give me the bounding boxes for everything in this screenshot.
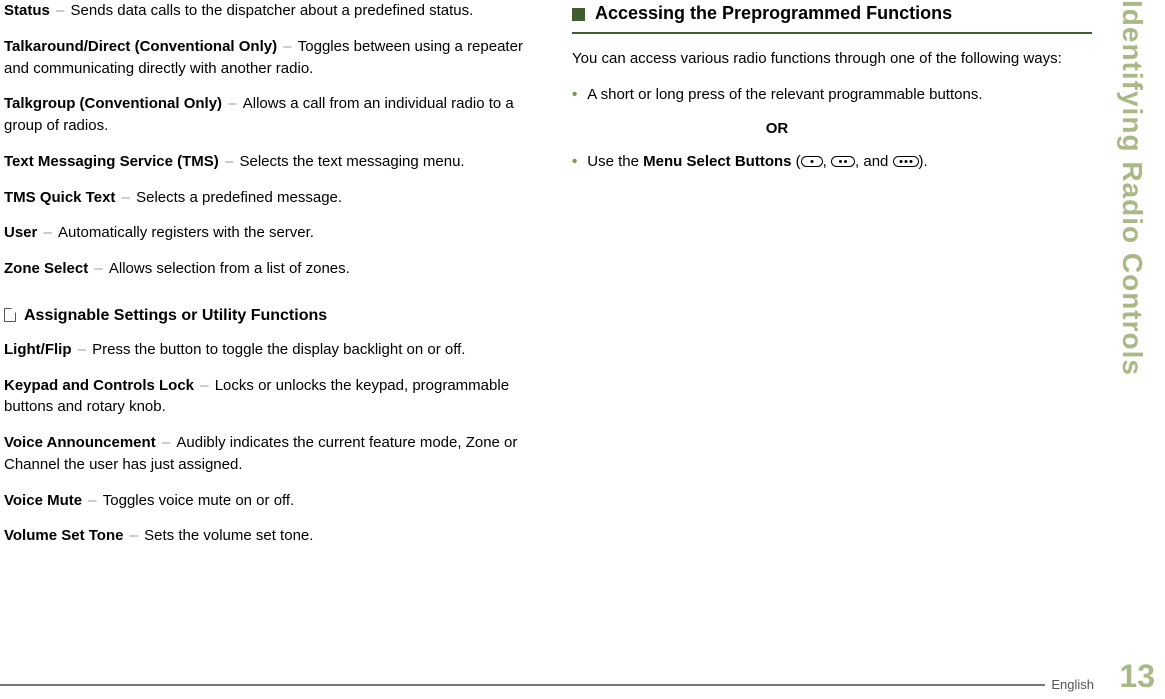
bullet-2-prefix: Use the [587, 153, 643, 170]
definition-dash: – [73, 341, 90, 358]
definition-term: Voice Mute [4, 492, 82, 509]
subheading-text: Assignable Settings or Utility Functions [24, 304, 327, 327]
left-column: Status – Sends data calls to the dispatc… [0, 0, 560, 699]
definition-item: Talkgroup (Conventional Only) – Allows a… [4, 93, 540, 137]
definition-dash: – [117, 189, 134, 206]
definition-term: Light/Flip [4, 341, 71, 358]
menu-button-3-icon [893, 156, 919, 167]
definition-dash: – [52, 2, 69, 19]
definition-item: Voice Announcement – Audibly indicates t… [4, 432, 540, 476]
bullet-2-sep2: , and [855, 153, 893, 170]
definition-dash: – [158, 434, 175, 451]
definition-item: Voice Mute – Toggles voice mute on or of… [4, 490, 540, 512]
bullet-2-bold: Menu Select Buttons [643, 153, 791, 170]
menu-button-1-icon [801, 156, 823, 167]
definition-term: Text Messaging Service (TMS) [4, 153, 219, 170]
definition-description: Press the button to toggle the display b… [92, 341, 465, 358]
heading-text: Accessing the Preprogrammed Functions [595, 0, 952, 26]
bullet-2-text: Use the Menu Select Buttons (, , and ). [587, 151, 927, 173]
footer-language: English [1051, 676, 1094, 695]
definition-term: Volume Set Tone [4, 527, 123, 544]
footer-rule [0, 684, 1045, 686]
definition-dash: – [224, 95, 241, 112]
definition-term: Zone Select [4, 260, 88, 277]
definition-item: Keypad and Controls Lock – Locks or unlo… [4, 375, 540, 419]
definition-dash: – [279, 38, 296, 55]
menu-button-2-icon [831, 156, 855, 167]
definition-term: User [4, 224, 37, 241]
bullet-2-sep1: , [823, 153, 831, 170]
subheading-assignable: Assignable Settings or Utility Functions [4, 304, 540, 327]
definition-description: Automatically registers with the server. [58, 224, 314, 241]
bullet-1-text: A short or long press of the relevant pr… [587, 84, 982, 106]
definition-term: Voice Announcement [4, 434, 156, 451]
definition-description: Selects the text messaging menu. [239, 153, 464, 170]
definition-dash: – [125, 527, 142, 544]
definition-term: Status [4, 2, 50, 19]
bullet-2-open: ( [792, 153, 801, 170]
definition-item: Zone Select – Allows selection from a li… [4, 258, 540, 280]
definition-term: TMS Quick Text [4, 189, 115, 206]
bullet-item-2: • Use the Menu Select Buttons (, , and )… [572, 151, 1092, 173]
definition-item: Text Messaging Service (TMS) – Selects t… [4, 151, 540, 173]
definition-item: Status – Sends data calls to the dispatc… [4, 0, 540, 22]
definition-item: Light/Flip – Press the button to toggle … [4, 339, 540, 361]
definition-dash: – [84, 492, 101, 509]
definition-dash: – [196, 377, 213, 394]
definition-dash: – [221, 153, 238, 170]
definition-dash: – [39, 224, 56, 241]
definition-item: Talkaround/Direct (Conventional Only) – … [4, 36, 540, 80]
definition-description: Toggles voice mute on or off. [103, 492, 295, 509]
vertical-section-title: Identifying Radio Controls [1111, 0, 1152, 699]
definition-term: Talkaround/Direct (Conventional Only) [4, 38, 277, 55]
definition-description: Selects a predefined message. [136, 189, 342, 206]
definition-dash: – [90, 260, 107, 277]
right-column: Accessing the Preprogrammed Functions Yo… [560, 0, 1100, 699]
definition-term: Talkgroup (Conventional Only) [4, 95, 222, 112]
footer: English [0, 673, 1100, 697]
or-separator: OR [572, 118, 1092, 140]
definition-description: Sets the volume set tone. [144, 527, 313, 544]
definition-item: User – Automatically registers with the … [4, 222, 540, 244]
bullet-dot-icon: • [572, 151, 577, 173]
definition-item: TMS Quick Text – Selects a predefined me… [4, 187, 540, 209]
square-bullet-icon [572, 8, 585, 21]
definition-term: Keypad and Controls Lock [4, 377, 194, 394]
definition-description: Sends data calls to the dispatcher about… [71, 2, 474, 19]
definition-description: Allows selection from a list of zones. [109, 260, 350, 277]
definition-item: Volume Set Tone – Sets the volume set to… [4, 525, 540, 547]
intro-text: You can access various radio functions t… [572, 48, 1092, 70]
bullet-item-1: • A short or long press of the relevant … [572, 84, 1092, 106]
bullet-2-close: ). [919, 153, 928, 170]
sidebar: Identifying Radio Controls [1100, 0, 1160, 699]
main-heading: Accessing the Preprogrammed Functions [572, 0, 1092, 26]
bullet-dot-icon: • [572, 84, 577, 106]
heading-rule [572, 32, 1092, 34]
page-number: 13 [1119, 653, 1155, 699]
note-icon [4, 308, 16, 322]
